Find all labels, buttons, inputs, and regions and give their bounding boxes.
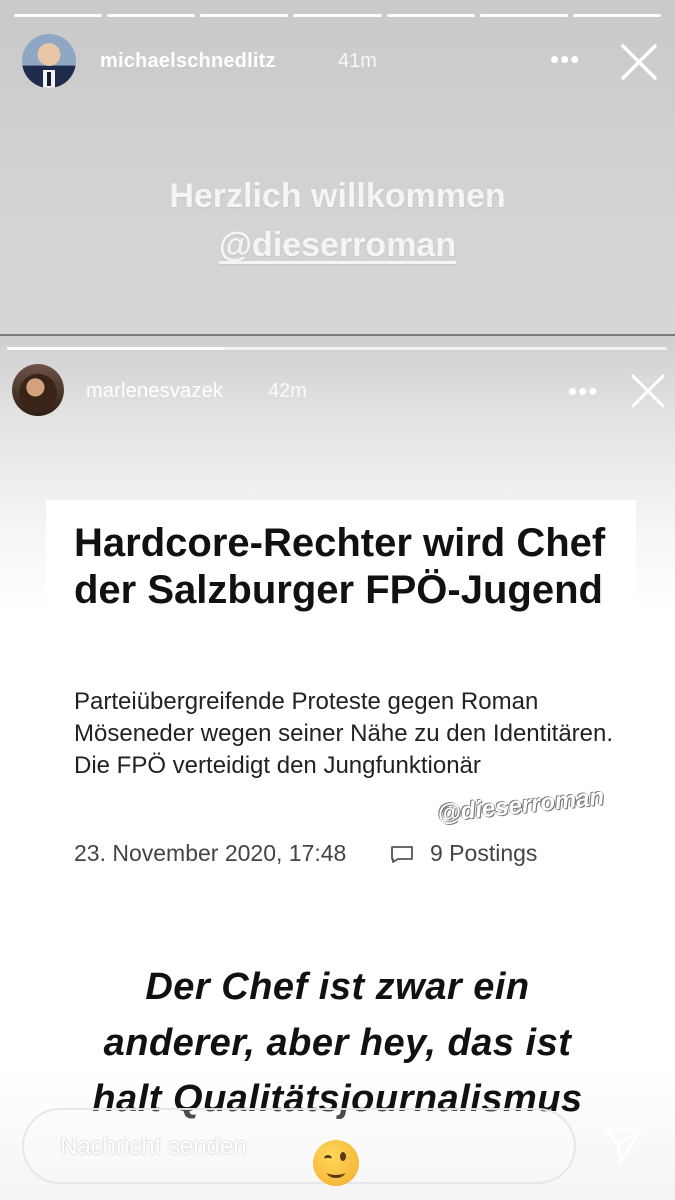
progress-segment xyxy=(14,14,103,17)
story-username[interactable]: michaelschnedlitz xyxy=(100,50,276,73)
more-icon[interactable]: ••• xyxy=(550,46,580,72)
article-headline: Hardcore-Rechter wird Chef der Salzburge… xyxy=(74,521,606,612)
article-lead: Parteiübergreifende Proteste gegen Roman… xyxy=(74,688,614,779)
progress-segment xyxy=(479,14,568,17)
progress-segment xyxy=(200,14,289,17)
article-date: 23. November 2020, 17:48 xyxy=(74,840,347,866)
story-timestamp: 41m xyxy=(338,50,377,72)
story-caption: Der Chef ist zwar ein xyxy=(145,966,530,1008)
message-placeholder[interactable]: Nachricht senden xyxy=(60,1133,247,1161)
progress-segment xyxy=(107,14,196,17)
progress-fill xyxy=(7,347,225,350)
progress-segment xyxy=(293,14,382,17)
story-caption: anderer, aber hey, das ist xyxy=(103,1022,572,1064)
comment-icon xyxy=(391,846,413,863)
story-mention[interactable]: @dieserroman xyxy=(0,226,675,265)
article-postings: 9 Postings xyxy=(430,840,538,866)
story-progress-bar xyxy=(14,14,661,17)
avatar[interactable] xyxy=(12,364,64,416)
avatar[interactable] xyxy=(22,34,76,88)
send-icon[interactable] xyxy=(602,1126,644,1166)
close-icon[interactable] xyxy=(619,42,659,82)
more-icon[interactable]: ••• xyxy=(568,378,598,404)
winking-face-emoji xyxy=(313,1140,359,1186)
story-text: Herzlich willkommen xyxy=(169,177,506,215)
story-progress-bar xyxy=(7,347,667,350)
close-icon[interactable] xyxy=(630,373,666,409)
progress-segment xyxy=(572,14,661,17)
story-username[interactable]: marlenesvazek xyxy=(86,380,223,403)
story-timestamp: 42m xyxy=(268,380,307,402)
progress-segment xyxy=(386,14,475,17)
